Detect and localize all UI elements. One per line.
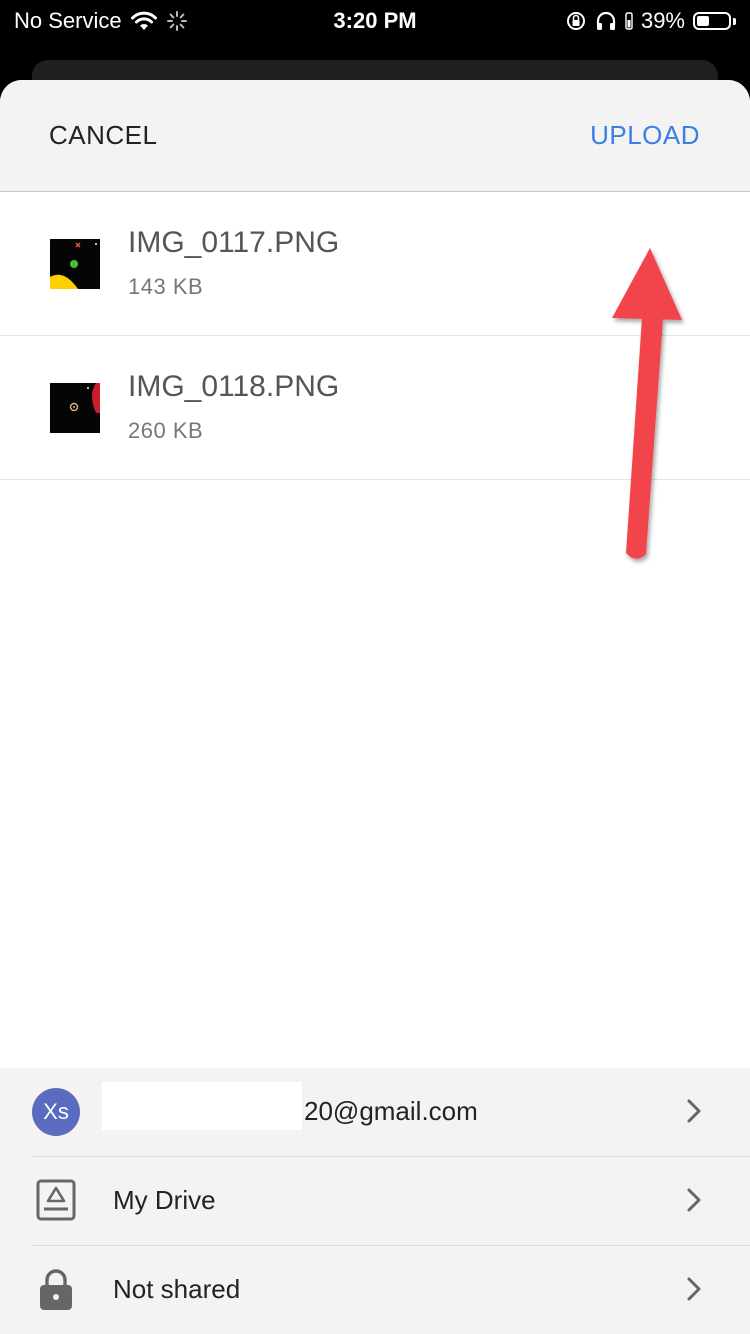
file-item[interactable]: IMG_0117.PNG 143 KB: [0, 192, 750, 336]
destination-panel: Xs 20@gmail.com My Drive Not shared: [0, 1068, 750, 1334]
sharing-row[interactable]: Not shared: [0, 1246, 750, 1334]
file-item[interactable]: IMG_0118.PNG 260 KB: [0, 336, 750, 480]
upload-sheet: CANCEL UPLOAD IMG_0117.PNG 143 KB IMG_01…: [0, 80, 750, 1334]
battery-tip: [733, 17, 736, 25]
file-list: IMG_0117.PNG 143 KB IMG_0118.PNG 260 KB: [0, 192, 750, 480]
account-email: 20@gmail.com: [304, 1096, 478, 1126]
chevron-right-icon: [682, 1274, 706, 1309]
battery-small-indicator-icon: [625, 10, 633, 32]
file-thumbnail: [50, 239, 100, 289]
file-name: IMG_0118.PNG: [128, 370, 340, 403]
battery-percent: 39%: [640, 8, 685, 33]
avatar: Xs: [32, 1088, 80, 1136]
upload-button[interactable]: UPLOAD: [590, 120, 700, 151]
file-size: 143 KB: [128, 274, 204, 299]
account-row[interactable]: Xs 20@gmail.com: [0, 1068, 750, 1156]
folder-row[interactable]: My Drive: [0, 1157, 750, 1245]
sharing-label: Not shared: [113, 1274, 241, 1304]
folder-label: My Drive: [113, 1185, 216, 1215]
lock-icon: [36, 1268, 76, 1317]
file-name: IMG_0117.PNG: [128, 226, 340, 259]
file-size: 260 KB: [128, 418, 204, 443]
cancel-button[interactable]: CANCEL: [49, 120, 157, 151]
chevron-right-icon: [682, 1096, 706, 1131]
battery-icon: [693, 12, 736, 30]
battery-fill: [697, 16, 709, 26]
status-bar: No Service 3:20 PM 39%: [0, 0, 750, 42]
file-thumbnail: [50, 383, 100, 433]
orientation-lock-icon: [565, 10, 587, 32]
headphones-icon: [595, 10, 617, 32]
drive-folder-icon: [36, 1179, 76, 1226]
email-redaction: [102, 1082, 302, 1130]
chevron-right-icon: [682, 1185, 706, 1220]
sheet-header: CANCEL UPLOAD: [0, 80, 750, 192]
battery-body: [693, 12, 731, 30]
